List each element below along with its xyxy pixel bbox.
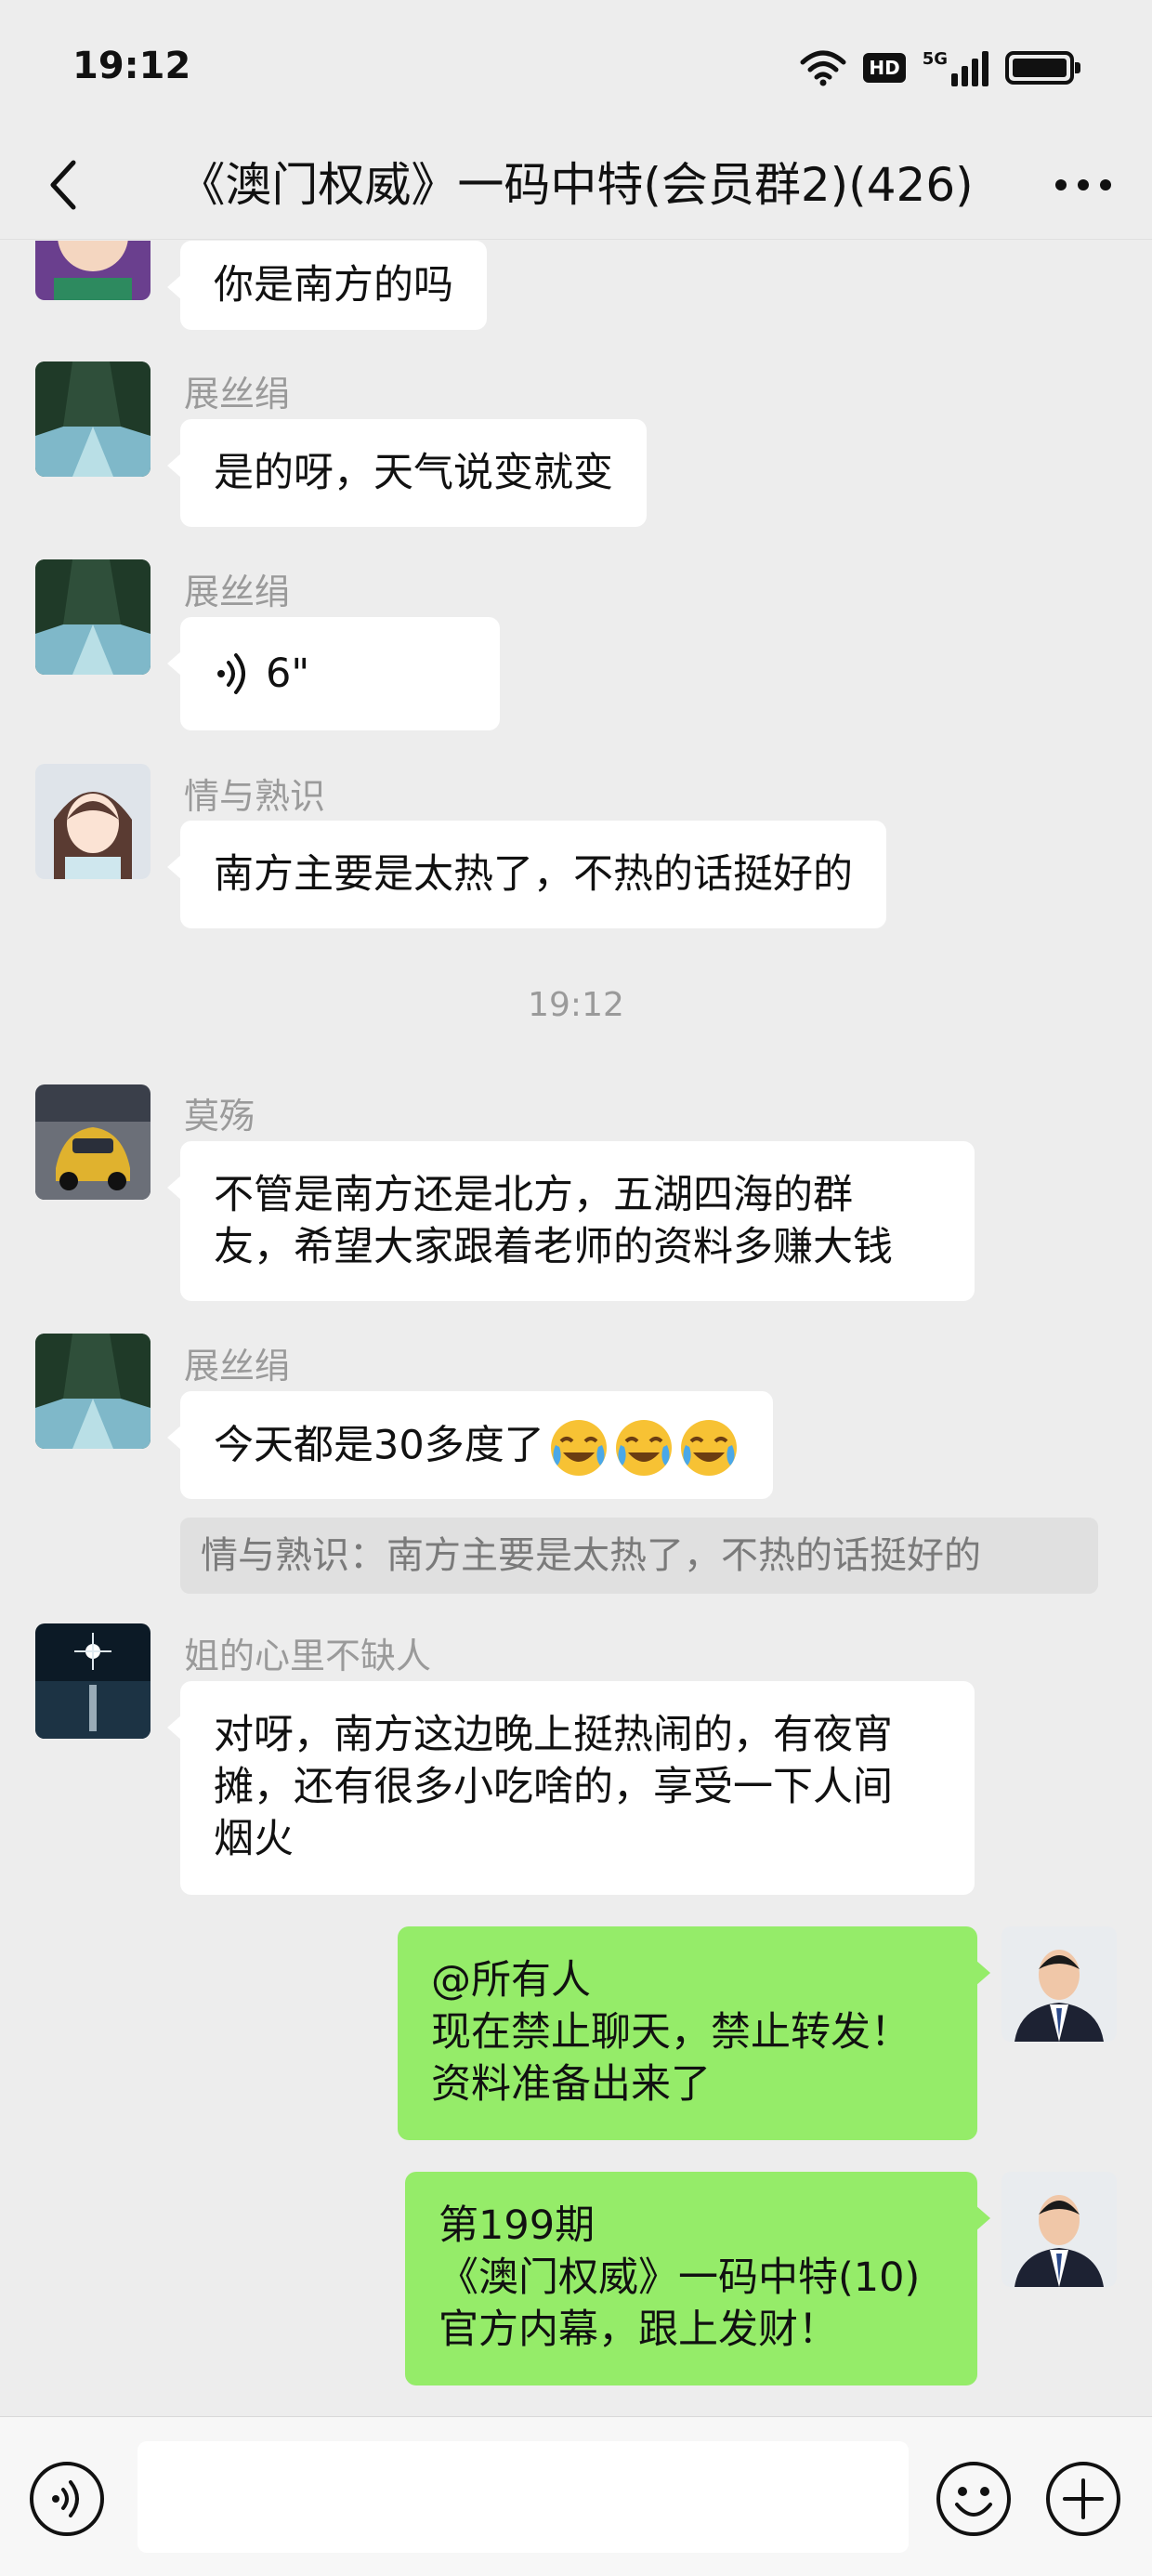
avatar[interactable] (35, 559, 151, 675)
message-line: 资料准备出来了 (431, 2061, 711, 2108)
message-input[interactable] (137, 2441, 909, 2553)
avatar[interactable] (35, 764, 151, 879)
voice-input-icon (30, 2462, 104, 2536)
plus-icon (1046, 2462, 1120, 2536)
battery-icon (1005, 51, 1080, 85)
wifi-icon (800, 50, 846, 86)
chat-header: 《澳门权威》一码中特(会员群2)(426) (0, 130, 1152, 240)
message-text: 今天都是30多度了 (214, 1422, 544, 1469)
sender-name: 展丝绢 (184, 572, 291, 612)
status-bar: 19:12 HD 5G (0, 0, 1152, 130)
input-bar (0, 2416, 1152, 2576)
crying-laughing-emoji-icon (550, 1420, 607, 1476)
message-line: @所有人 (431, 1957, 591, 2004)
crying-laughing-emoji-icon (615, 1420, 672, 1476)
chevron-left-icon (50, 160, 76, 210)
my-message-bubble[interactable]: @所有人 现在禁止聊天，禁止转发！ 资料准备出来了 (398, 1926, 990, 2140)
more-dots-icon (1055, 179, 1111, 191)
message-bubble[interactable]: 对呀，南方这边晚上挺热闹的，有夜宵 摊，还有很多小吃啥的，享受一下人间 烟火 (167, 1681, 975, 1895)
more-button[interactable] (1046, 152, 1120, 217)
sender-name: 展丝绢 (184, 374, 291, 414)
avatar[interactable] (1001, 1926, 1117, 2042)
message-bubble[interactable]: 南方主要是太热了，不热的话挺好的 (167, 821, 886, 928)
message-line: 烟火 (214, 1816, 294, 1862)
voice-wave-icon (217, 653, 245, 694)
sender-name: 展丝绢 (184, 1346, 291, 1387)
emoji-button[interactable] (935, 2460, 1013, 2538)
back-button[interactable] (32, 152, 97, 217)
message-bubble[interactable]: 是的呀，天气说变就变 (167, 419, 647, 527)
status-icons: HD 5G (800, 45, 1080, 91)
message-list[interactable]: 你是南方的吗 展丝绢 是的呀，天气说变就变 展丝绢 6" 情与熟识 南方主要是太… (0, 241, 1152, 2415)
avatar[interactable] (35, 1334, 151, 1449)
message-line: 对呀，南方这边晚上挺热闹的，有夜宵 (214, 1712, 893, 1758)
message-line: 现在禁止聊天，禁止转发！ (431, 2009, 910, 2056)
voice-duration: 6" (266, 651, 310, 697)
avatar[interactable] (35, 1623, 151, 1739)
message-bubble[interactable]: 不管是南方还是北方，五湖四海的群 友，希望大家跟着老师的资料多赚大钱 (167, 1141, 975, 1301)
sender-name: 姐的心里不缺人 (184, 1636, 432, 1676)
avatar[interactable] (35, 241, 151, 300)
crying-laughing-emoji-icon (680, 1420, 737, 1476)
message-bubble[interactable]: 你是南方的吗 (167, 241, 487, 330)
my-message-bubble[interactable]: 第199期 《澳门权威》一码中特(10) 官方内幕，跟上发财！ (405, 2172, 990, 2385)
signal-5g-icon: 5G (923, 49, 988, 86)
avatar[interactable] (35, 361, 151, 477)
more-functions-button[interactable] (1044, 2460, 1122, 2538)
message-line: 友，希望大家跟着老师的资料多赚大钱 (214, 1224, 893, 1270)
message-line: 《澳门权威》一码中特(10) (439, 2254, 921, 2301)
message-line: 不管是南方还是北方，五湖四海的群 (214, 1172, 853, 1218)
message-line: 官方内幕，跟上发财！ (439, 2307, 838, 2353)
hd-badge: HD (863, 53, 906, 83)
voice-input-button[interactable] (28, 2460, 106, 2538)
quoted-message[interactable]: 情与熟识：南方主要是太热了，不热的话挺好的 (180, 1518, 1098, 1594)
avatar[interactable] (35, 1084, 151, 1200)
voice-message-bubble[interactable]: 6" (167, 617, 500, 730)
status-time: 19:12 (72, 45, 191, 87)
message-bubble[interactable]: 今天都是30多度了 (167, 1391, 773, 1499)
sender-name: 情与熟识 (184, 776, 326, 817)
avatar[interactable] (1001, 2172, 1117, 2287)
emoji-icon (936, 2462, 1011, 2536)
chat-title: 《澳门权威》一码中特(会员群2)(426) (178, 158, 974, 212)
message-line: 第199期 (439, 2202, 596, 2249)
network-type-label: 5G (922, 49, 948, 69)
sender-name: 莫殇 (184, 1096, 255, 1137)
message-line: 摊，还有很多小吃啥的，享受一下人间 (214, 1764, 893, 1810)
chat-timestamp: 19:12 (528, 986, 624, 1024)
